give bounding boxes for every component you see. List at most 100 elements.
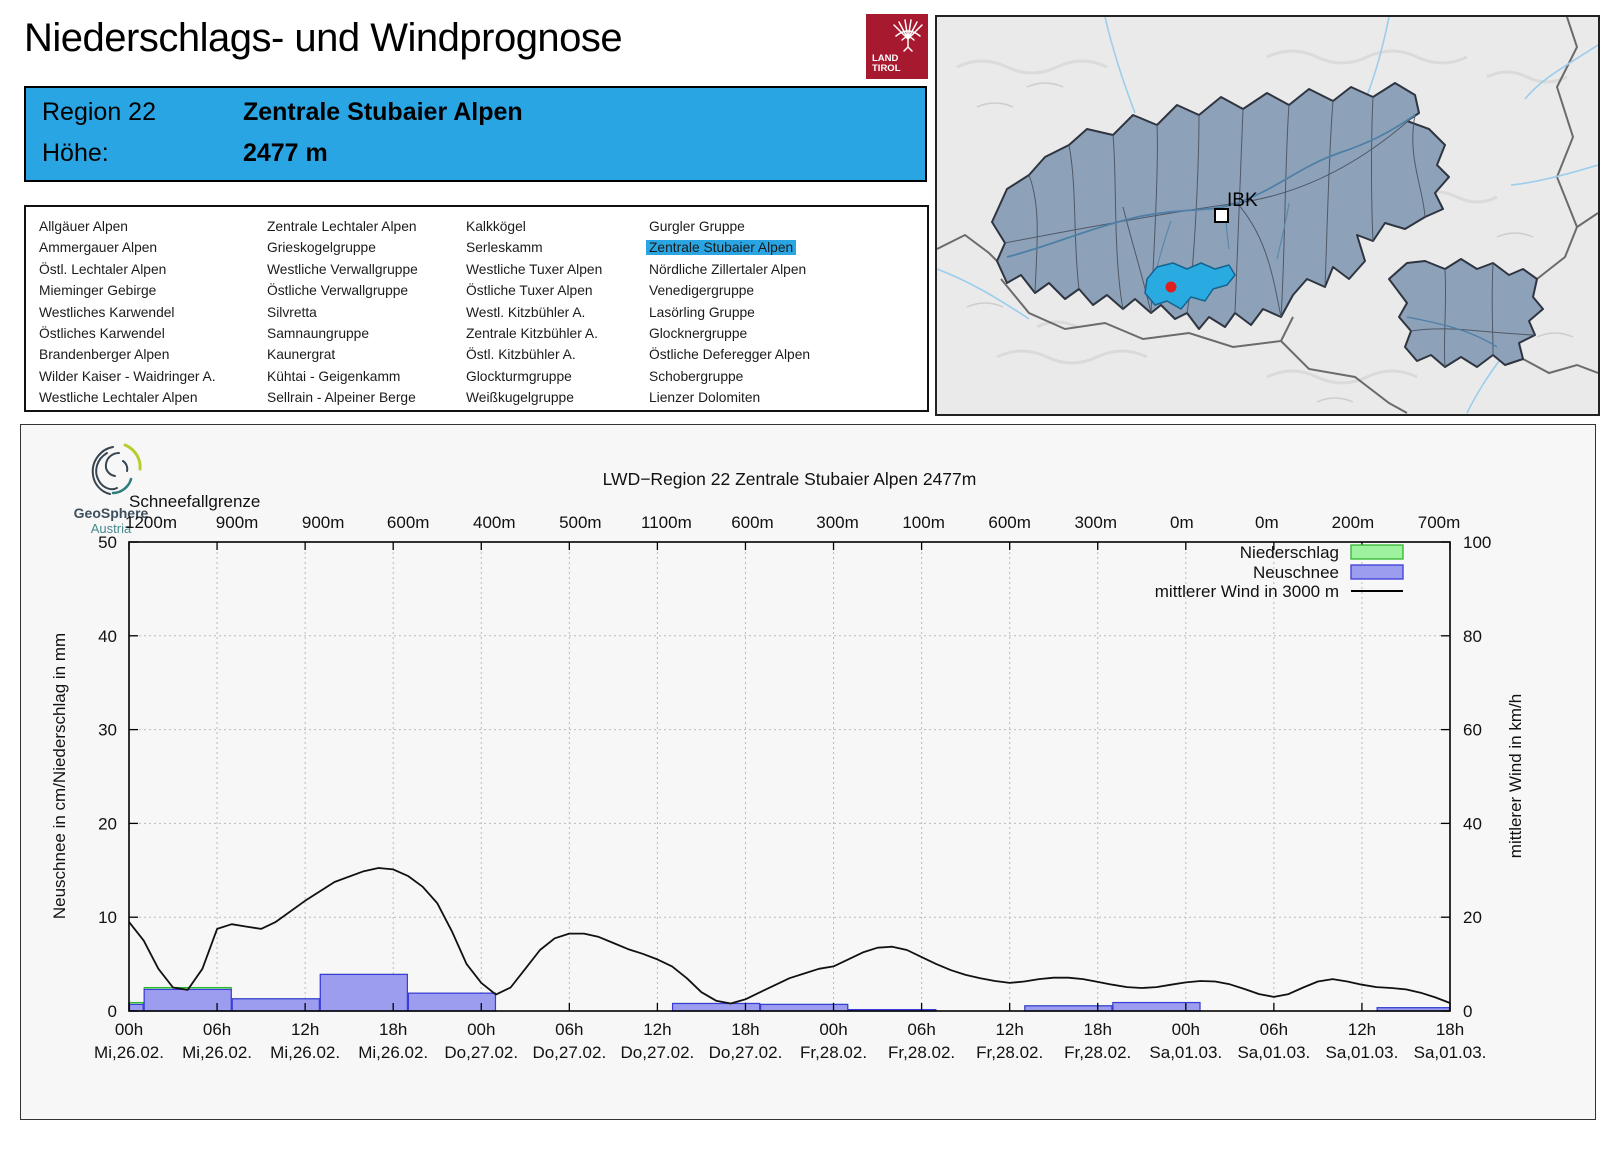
snowline-value: 0m bbox=[1170, 513, 1194, 532]
snowline-value: 0m bbox=[1255, 513, 1279, 532]
x-tick-date: Do,27.02. bbox=[532, 1043, 606, 1062]
x-tick-date: Sa,01.03. bbox=[1149, 1043, 1222, 1062]
region-list-item[interactable]: Zentrale Kitzbühler A. bbox=[463, 323, 605, 344]
x-axis-labels: 00h 06h 12h 18h 00h 06h 12h 18h 00h 06h 12h 18h 00h 0… bbox=[94, 1020, 1486, 1062]
region-list-item[interactable]: Westliche Tuxer Alpen bbox=[463, 259, 605, 280]
region-list-column: Allgäuer Alpen Ammergauer Alpen Östl. Lech… bbox=[36, 216, 219, 409]
snowline-value: 400m bbox=[473, 513, 516, 532]
snowline-value: 200m bbox=[1332, 513, 1375, 532]
region-list-item[interactable]: Sellrain - Alpeiner Berge bbox=[264, 387, 421, 408]
region-list-item[interactable]: Nördliche Zillertaler Alpen bbox=[646, 259, 813, 280]
x-tick-date: Mi,26.02. bbox=[358, 1043, 428, 1062]
x-tick-time: 18h bbox=[1084, 1020, 1112, 1039]
region-list-item[interactable]: Grieskogelgruppe bbox=[264, 237, 421, 258]
y-right-tick: 20 bbox=[1463, 908, 1482, 927]
region-list-item[interactable]: Östliche Deferegger Alpen bbox=[646, 344, 813, 365]
x-tick-time: 00h bbox=[467, 1020, 495, 1039]
altitude-label: Höhe: bbox=[42, 139, 109, 167]
x-tick-date: Mi,26.02. bbox=[94, 1043, 164, 1062]
snowline-value: 900m bbox=[216, 513, 259, 532]
x-tick-time: 12h bbox=[995, 1020, 1023, 1039]
snowline-value: 500m bbox=[559, 513, 602, 532]
y-right-tick: 80 bbox=[1463, 627, 1482, 646]
snowline-value: 600m bbox=[731, 513, 774, 532]
region-list-item[interactable]: Schobergruppe bbox=[646, 366, 813, 387]
region-list-item[interactable]: Östl. Kitzbühler A. bbox=[463, 344, 605, 365]
region-list-item[interactable]: Westl. Kitzbühler A. bbox=[463, 302, 605, 323]
x-tick-date: Do,27.02. bbox=[621, 1043, 695, 1062]
east-tyrol-region bbox=[1388, 258, 1544, 368]
y-right-axis-title: mittlerer Wind in km/h bbox=[1506, 694, 1525, 858]
region-list-item-selected[interactable]: Zentrale Stubaier Alpen bbox=[646, 237, 813, 258]
x-tick-date: Fr,28.02. bbox=[976, 1043, 1043, 1062]
grid bbox=[129, 542, 1450, 1011]
snowline-value: 100m bbox=[902, 513, 945, 532]
region-list-item[interactable]: Lienzer Dolomiten bbox=[646, 387, 813, 408]
x-tick-time: 06h bbox=[203, 1020, 231, 1039]
x-tick-time: 00h bbox=[1172, 1020, 1200, 1039]
x-tick-time: 06h bbox=[555, 1020, 583, 1039]
region-list-item[interactable]: Serleskamm bbox=[463, 237, 605, 258]
region-list-item[interactable]: Brandenberger Alpen bbox=[36, 344, 219, 365]
land-tirol-logo-text: LAND TIROL bbox=[872, 53, 901, 74]
x-tick-date: Mi,26.02. bbox=[270, 1043, 340, 1062]
region-list-item[interactable]: Kalkkögel bbox=[463, 216, 605, 237]
y-left-tick: 0 bbox=[108, 1002, 117, 1021]
region-number-label: Region 22 bbox=[42, 98, 156, 126]
snowline-row: Schneefallgrenze 1200m 900m 900m 600m 400m 500… bbox=[125, 492, 1460, 532]
region-list-item[interactable]: Westliche Verwallgruppe bbox=[264, 259, 421, 280]
land-tirol-logo: LAND TIROL bbox=[866, 14, 928, 79]
region-list-item[interactable]: Weißkugelgruppe bbox=[463, 387, 605, 408]
region-list-item[interactable]: Glockturmgruppe bbox=[463, 366, 605, 387]
region-list-item[interactable]: Venedigergruppe bbox=[646, 280, 813, 301]
region-list-item[interactable]: Östl. Lechtaler Alpen bbox=[36, 259, 219, 280]
x-tick-date: Mi,26.02. bbox=[182, 1043, 252, 1062]
region-list-item[interactable]: Östliches Karwendel bbox=[36, 323, 219, 344]
city-label-ibk: IBK bbox=[1227, 190, 1258, 211]
region-info-box: Region 22 Zentrale Stubaier Alpen Höhe: … bbox=[24, 86, 927, 182]
y-right-tick: 100 bbox=[1463, 533, 1491, 552]
snowline-value: 600m bbox=[387, 513, 430, 532]
x-tick-time: 06h bbox=[1260, 1020, 1288, 1039]
snowline-value: 700m bbox=[1418, 513, 1461, 532]
x-tick-time: 12h bbox=[291, 1020, 319, 1039]
region-list-item[interactable]: Silvretta bbox=[264, 302, 421, 323]
chart-title: LWD−Region 22 Zentrale Stubaier Alpen 24… bbox=[603, 469, 977, 489]
x-tick-time: 00h bbox=[819, 1020, 847, 1039]
x-tick-time: 12h bbox=[643, 1020, 671, 1039]
x-tick-date: Sa,01.03. bbox=[1414, 1043, 1487, 1062]
region-list-item[interactable]: Östliche Verwallgruppe bbox=[264, 280, 421, 301]
y-axis-labels: 0 10 20 30 40 50 0 20 40 60 80 100 bbox=[98, 533, 1491, 1021]
region-list-item[interactable]: Kaunergrat bbox=[264, 344, 421, 365]
snowline-value: 900m bbox=[302, 513, 345, 532]
snowline-value: 1200m bbox=[125, 513, 177, 532]
forecast-chart-panel: GeoSphere Austria 00h 06h 12h 18h 00h 06h 12h 1… bbox=[20, 424, 1596, 1120]
region-list-item[interactable]: Samnaungruppe bbox=[264, 323, 421, 344]
forecast-chart: 00h 06h 12h 18h 00h 06h 12h 18h 00h 06h 12h 18h 00h 0… bbox=[50, 469, 1525, 1062]
y-left-tick: 40 bbox=[98, 627, 117, 646]
region-list-item[interactable]: Glocknergruppe bbox=[646, 323, 813, 344]
region-list-column: Gurgler Gruppe Zentrale Stubaier Alpen Nör… bbox=[646, 216, 813, 409]
x-tick-date: Do,27.02. bbox=[709, 1043, 783, 1062]
snowline-value: 300m bbox=[816, 513, 859, 532]
snowline-value: 1100m bbox=[641, 513, 692, 532]
region-list-item[interactable]: Westliche Lechtaler Alpen bbox=[36, 387, 219, 408]
legend-swatch bbox=[1350, 544, 1404, 560]
y-right-tick: 60 bbox=[1463, 721, 1482, 740]
legend-swatch bbox=[1350, 564, 1404, 580]
region-list-item[interactable]: Kühtai - Geigenkamm bbox=[264, 366, 421, 387]
region-list-item[interactable]: Wilder Kaiser - Waidringer A. bbox=[36, 366, 219, 387]
region-list-item[interactable]: Gurgler Gruppe bbox=[646, 216, 813, 237]
region-list-item[interactable]: Allgäuer Alpen bbox=[36, 216, 219, 237]
region-list-item[interactable]: Westliches Karwendel bbox=[36, 302, 219, 323]
y-right-tick: 40 bbox=[1463, 814, 1482, 833]
tirol-map: IBK bbox=[935, 15, 1600, 416]
region-list-item[interactable]: Zentrale Lechtaler Alpen bbox=[264, 216, 421, 237]
region-list-item[interactable]: Ammergauer Alpen bbox=[36, 237, 219, 258]
region-list-item[interactable]: Mieminger Gebirge bbox=[36, 280, 219, 301]
station-dot bbox=[1165, 281, 1177, 293]
region-list-item[interactable]: Östliche Tuxer Alpen bbox=[463, 280, 605, 301]
y-left-tick: 30 bbox=[98, 721, 117, 740]
x-tick-time: 12h bbox=[1348, 1020, 1376, 1039]
region-list-item[interactable]: Lasörling Gruppe bbox=[646, 302, 813, 323]
